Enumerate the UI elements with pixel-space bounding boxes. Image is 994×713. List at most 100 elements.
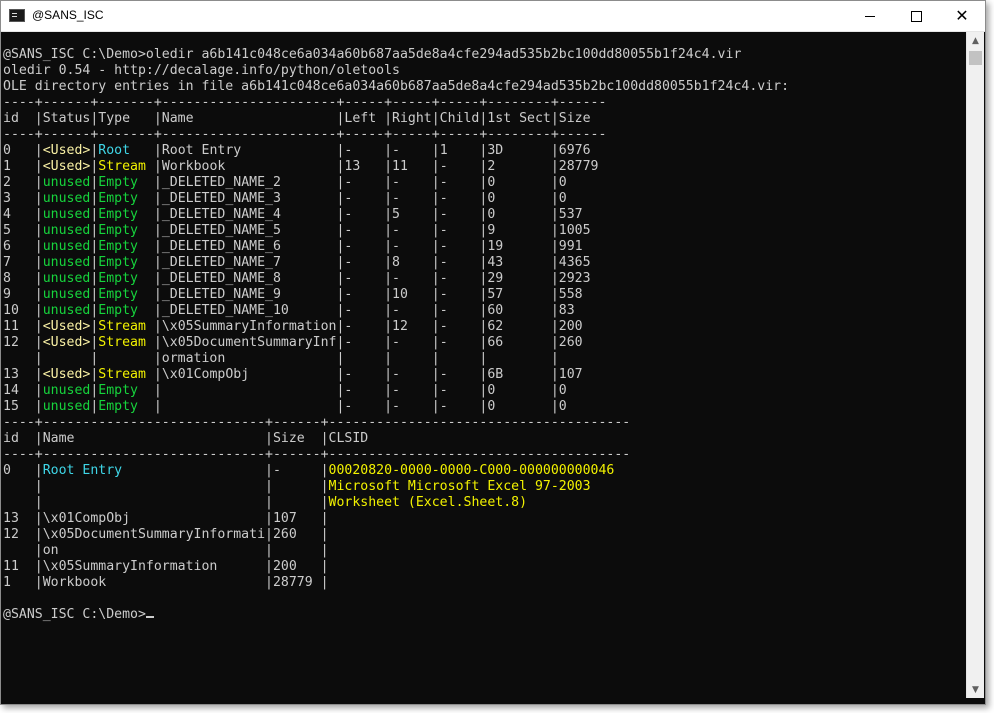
console-line: 4 |unused|Empty |_DELETED_NAME_4 |- |5 |…: [3, 207, 961, 223]
console-text: @SANS_ISC C:\Demo>: [3, 607, 146, 622]
console-text: |_DELETED_NAME_4 |- |5 |- |0 |537: [153, 207, 583, 222]
console-text: 13 |\x01CompObj |107 |: [3, 511, 329, 526]
minimize-button[interactable]: [847, 1, 893, 31]
console-text: Worksheet (Excel.Sheet.8): [328, 495, 528, 510]
console-icon: [9, 9, 25, 22]
console-line: 14 |unused|Empty | |- |- |- |0 |0: [3, 383, 961, 399]
console-line: 12 |<Used>|Stream |\x05DocumentSummaryIn…: [3, 335, 961, 351]
console-text: 8 |: [3, 271, 43, 286]
console-text: |Workbook |13 |11 |- |2 |28779: [153, 159, 599, 174]
console-text: <Used>: [42, 367, 91, 382]
console-text: Empty: [98, 303, 154, 318]
console-text: @SANS_ISC C:\Demo>oledir a6b141c048ce6a0…: [3, 47, 742, 62]
console-text: 11 |\x05SummaryInformation |200 |: [3, 559, 329, 574]
console-output[interactable]: @SANS_ISC C:\Demo>oledir a6b141c048ce6a0…: [3, 47, 961, 697]
console-text: Empty: [98, 207, 154, 222]
console-text: id |Status|Type |Name |Left |Right|Child…: [3, 111, 591, 126]
console-text: <Used>: [42, 319, 91, 334]
console-text: 14 |: [3, 383, 43, 398]
console-line: 11 |\x05SummaryInformation |200 |: [3, 559, 961, 575]
console-text: 0 |: [3, 463, 43, 478]
console-line: | | |Microsoft Microsoft Excel 97-2003: [3, 479, 961, 495]
console-text: unused: [42, 287, 91, 302]
console-line: 5 |unused|Empty |_DELETED_NAME_5 |- |- |…: [3, 223, 961, 239]
window-title: @SANS_ISC: [32, 8, 104, 22]
console-line: 7 |unused|Empty |_DELETED_NAME_7 |- |8 |…: [3, 255, 961, 271]
console-line: 3 |unused|Empty |_DELETED_NAME_3 |- |- |…: [3, 191, 961, 207]
console-line: 0 |<Used>|Root |Root Entry |- |- |1 |3D …: [3, 143, 961, 159]
console-text: |\x05SummaryInformation|- |12 |- |62 |20…: [153, 319, 583, 334]
console-text: |Root Entry |- |- |1 |3D |6976: [153, 143, 591, 158]
console-line: | | |ormation | | | | |: [3, 351, 961, 367]
console-text: Root Entry: [42, 463, 123, 478]
maximize-button[interactable]: [893, 1, 939, 31]
console-line: id |Status|Type |Name |Left |Right|Child…: [3, 111, 961, 127]
text-cursor: [145, 616, 154, 618]
close-icon: ✕: [955, 6, 969, 25]
console-line: oledir 0.54 - http://decalage.info/pytho…: [3, 63, 961, 79]
console-line: ----+----------------------------+------…: [3, 415, 961, 431]
console-text: Microsoft Microsoft Excel 97-2003: [328, 479, 591, 494]
console-text: unused: [42, 207, 91, 222]
console-text: Stream: [98, 367, 154, 382]
console-line: 13 |\x01CompObj |107 |: [3, 511, 961, 527]
console-text: Empty: [98, 287, 154, 302]
console-text: 11 |: [3, 319, 43, 334]
console-text: Empty: [98, 271, 154, 286]
console-text: <Used>: [42, 143, 91, 158]
console-text: 3 |: [3, 191, 43, 206]
console-line: id |Name |Size |CLSID: [3, 431, 961, 447]
console-line: OLE directory entries in file a6b141c048…: [3, 79, 961, 95]
vertical-scrollbar[interactable]: ▲ ▼: [966, 32, 984, 698]
console-text: Empty: [98, 255, 154, 270]
console-text: |_DELETED_NAME_10 |- |- |- |60 |83: [153, 303, 575, 318]
console-text: 00020820-0000-0000-C000-000000000046: [328, 463, 615, 478]
console-text: | |- |- |- |0 |0: [153, 383, 567, 398]
console-text: unused: [42, 399, 91, 414]
console-text: 13 |: [3, 367, 43, 382]
console-line: 11 |<Used>|Stream |\x05SummaryInformatio…: [3, 319, 961, 335]
console-text: unused: [42, 255, 91, 270]
close-button[interactable]: ✕: [939, 1, 985, 31]
console-text: OLE directory entries in file a6b141c048…: [3, 79, 790, 94]
console-line: 6 |unused|Empty |_DELETED_NAME_6 |- |- |…: [3, 239, 961, 255]
title-bar[interactable]: @SANS_ISC ✕: [1, 1, 985, 32]
console-text: | |- |- |- |0 |0: [153, 399, 567, 414]
console-text: id |Name |Size |CLSID: [3, 431, 369, 446]
console-text: 9 |: [3, 287, 43, 302]
console-text: Empty: [98, 399, 154, 414]
console-line: ----+------+-------+--------------------…: [3, 127, 961, 143]
console-text: Empty: [98, 223, 154, 238]
console-text: Root: [98, 143, 154, 158]
console-text: 4 |: [3, 207, 43, 222]
console-text: 12 |\x05DocumentSummaryInformati|260 |: [3, 527, 329, 542]
console-line: |on | |: [3, 543, 961, 559]
console-line: | | |Worksheet (Excel.Sheet.8): [3, 495, 961, 511]
console-line: 12 |\x05DocumentSummaryInformati|260 |: [3, 527, 961, 543]
console-text: <Used>: [42, 335, 91, 350]
console-text: unused: [42, 383, 91, 398]
console-text: |_DELETED_NAME_3 |- |- |- |0 |0: [153, 191, 567, 206]
console-text: 0 |: [3, 143, 43, 158]
scroll-thumb[interactable]: [969, 51, 982, 65]
console-text: |on | |: [3, 543, 329, 558]
console-text: unused: [42, 239, 91, 254]
console-text: Stream: [98, 319, 154, 334]
console-line: 8 |unused|Empty |_DELETED_NAME_8 |- |- |…: [3, 271, 961, 287]
console-line: 1 |<Used>|Stream |Workbook |13 |11 |- |2…: [3, 159, 961, 175]
console-text: 1 |Workbook |28779 |: [3, 575, 329, 590]
console-text: 10 |: [3, 303, 43, 318]
console-text: | | |: [3, 495, 329, 510]
console-text: ----+----------------------------+------…: [3, 447, 631, 462]
maximize-icon: [910, 10, 922, 22]
console-line: @SANS_ISC C:\Demo>oledir a6b141c048ce6a0…: [3, 47, 961, 63]
minimize-icon: [865, 15, 875, 17]
console-text: |\x01CompObj |- |- |- |6B |107: [153, 367, 583, 382]
console-text: 12 |: [3, 335, 43, 350]
console-text: |_DELETED_NAME_8 |- |- |- |29 |2923: [153, 271, 591, 286]
scroll-up-icon[interactable]: ▲: [967, 32, 984, 49]
scroll-down-icon[interactable]: ▼: [967, 681, 984, 698]
console-line: 0 |Root Entry |- |00020820-0000-0000-C00…: [3, 463, 961, 479]
console-text: <Used>: [42, 159, 91, 174]
